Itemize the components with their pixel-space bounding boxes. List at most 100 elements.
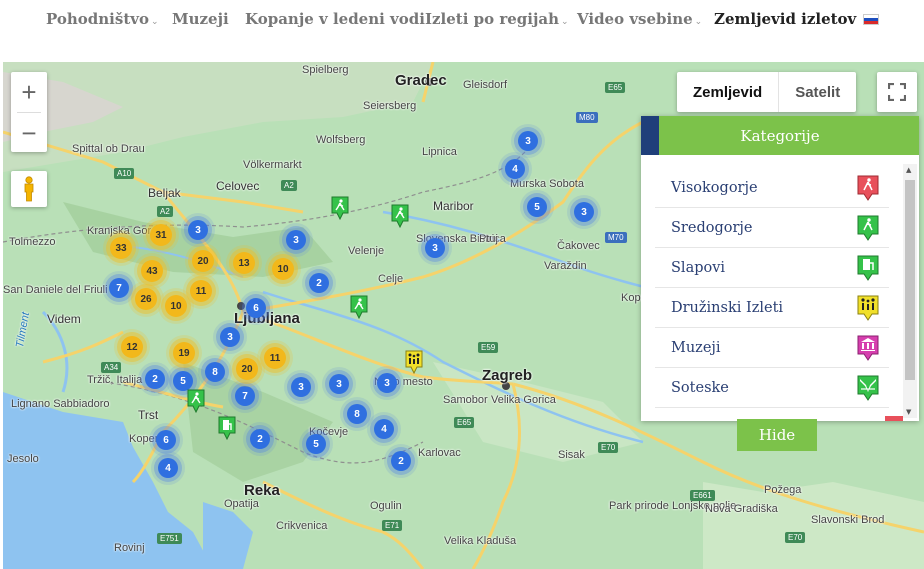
nav-item-kopanje[interactable]: Kopanje v ledeni vodi [245, 10, 425, 28]
marker-cluster[interactable]: 43 [141, 260, 163, 282]
marker-cluster[interactable]: 20 [192, 250, 214, 272]
map-label: Spittal ob Drau [72, 143, 145, 155]
map-label: Ptuj [479, 233, 498, 245]
map-label: Beljak [148, 186, 181, 200]
family-pin-icon[interactable] [404, 349, 424, 375]
hide-categories-button[interactable]: Hide [737, 419, 817, 451]
hiker-pin-icon[interactable] [186, 388, 206, 414]
road-shield: E70 [785, 532, 806, 543]
hiker-pin-icon[interactable] [349, 294, 369, 320]
nav-item-video-vsebine[interactable]: Video vsebine ⌄ [577, 10, 702, 28]
marker-cluster[interactable]: 2 [391, 451, 411, 471]
marker-cluster[interactable]: 20 [236, 358, 258, 380]
map-type-control: Zemljevid Satelit [677, 72, 857, 112]
zoom-out-button[interactable]: − [11, 113, 47, 153]
marker-cluster[interactable]: 3 [188, 220, 208, 240]
nav-item-zemljevid-izletov[interactable]: Zemljevid izletov [714, 10, 856, 28]
road-shield: E661 [690, 490, 715, 501]
nav-item-izleti-po-regijah[interactable]: Izleti po regijah ⌄ [425, 10, 569, 28]
map-label: Reka [244, 482, 280, 499]
category-item-soteske[interactable]: Soteske [655, 368, 889, 408]
marker-cluster[interactable]: 7 [235, 386, 255, 406]
panel-title: Kategorije [740, 126, 820, 145]
scroll-thumb[interactable] [905, 180, 915, 380]
scroll-up-icon[interactable]: ▲ [906, 166, 911, 174]
map-label: Varaždin [544, 260, 587, 272]
marker-cluster[interactable]: 11 [190, 280, 212, 302]
slovenia-flag-icon[interactable] [863, 14, 879, 25]
marker-cluster[interactable]: 12 [121, 336, 143, 358]
marker-cluster[interactable]: 4 [158, 458, 178, 478]
map-label: Celovec [216, 179, 260, 193]
marker-cluster[interactable]: 26 [135, 288, 157, 310]
category-item-slapovi[interactable]: Slapovi [655, 248, 889, 288]
marker-cluster[interactable]: 19 [173, 342, 195, 364]
category-item-visokogorje[interactable]: Visokogorje [655, 168, 889, 208]
marker-cluster[interactable]: 3 [574, 202, 594, 222]
map-label: Lignano Sabbiadoro [11, 398, 110, 410]
gorge-icon [857, 375, 879, 401]
marker-cluster[interactable]: 10 [272, 258, 294, 280]
marker-cluster[interactable]: 31 [150, 224, 172, 246]
marker-cluster[interactable]: 3 [425, 238, 445, 258]
hiker-pin-icon[interactable] [390, 203, 410, 229]
hiker-pin-icon[interactable] [330, 195, 350, 221]
category-item-muzeji[interactable]: Muzeji [655, 328, 889, 368]
fullscreen-button[interactable] [877, 72, 917, 112]
road-shield: E71 [382, 520, 403, 531]
category-item-sredogorje[interactable]: Sredogorje [655, 208, 889, 248]
map-label: Karlovac [418, 447, 461, 459]
map-label: Nova Gradiška [705, 503, 778, 515]
marker-cluster[interactable]: 5 [306, 434, 326, 454]
zoom-in-button[interactable]: + [11, 72, 47, 112]
marker-cluster[interactable]: 13 [233, 252, 255, 274]
category-label: Slapovi [671, 259, 726, 276]
marker-cluster[interactable]: 3 [286, 230, 306, 250]
marker-cluster[interactable]: 33 [110, 237, 132, 259]
panel-tab [641, 116, 659, 155]
road-shield: A10 [114, 168, 135, 179]
marker-cluster[interactable]: 2 [145, 369, 165, 389]
marker-cluster[interactable]: 4 [505, 159, 525, 179]
fullscreen-icon [888, 83, 906, 101]
marker-cluster[interactable]: 2 [250, 429, 270, 449]
nav-item-muzeji[interactable]: Muzeji [172, 10, 229, 28]
map-label: Kranjska Gora [87, 225, 158, 237]
map-label: Jesolo [7, 453, 39, 465]
nav-item-pohodnistvo[interactable]: Pohodništvo ⌄ [46, 10, 159, 28]
marker-cluster[interactable]: 4 [374, 419, 394, 439]
waterfall-pin-icon[interactable] [217, 415, 237, 441]
map-label: Videm [47, 312, 81, 326]
marker-cluster[interactable]: 3 [518, 131, 538, 151]
mountain-hiker-icon [857, 175, 879, 201]
marker-cluster[interactable]: 3 [329, 374, 349, 394]
map-label: Opatija [224, 498, 259, 510]
marker-cluster[interactable]: 3 [220, 327, 240, 347]
category-panel: Kategorije Visokogorje Sredogorje Slapov… [641, 116, 919, 421]
marker-cluster[interactable]: 3 [291, 377, 311, 397]
map-label: Ogulin [370, 500, 402, 512]
street-view-pegman-icon[interactable] [11, 171, 47, 207]
road-shield: M70 [605, 232, 627, 243]
category-item-druzinski-izleti[interactable]: Družinski Izleti [655, 288, 889, 328]
scroll-down-icon[interactable]: ▼ [906, 408, 911, 416]
marker-cluster[interactable]: 10 [165, 295, 187, 317]
panel-scrollbar[interactable]: ▲ ▼ [903, 164, 917, 418]
map-label: Seiersberg [363, 100, 417, 112]
marker-cluster[interactable]: 8 [205, 362, 225, 382]
map-type-zemljevid-button[interactable]: Zemljevid [677, 72, 778, 112]
marker-cluster[interactable]: 6 [156, 430, 176, 450]
marker-cluster[interactable]: 3 [377, 373, 397, 393]
map-label: Sisak [558, 449, 585, 461]
marker-cluster[interactable]: 7 [109, 278, 129, 298]
category-panel-header[interactable]: Kategorije [641, 116, 919, 155]
map-type-satelit-button[interactable]: Satelit [779, 72, 856, 112]
marker-cluster[interactable]: 5 [527, 197, 547, 217]
map-label: Ljubljana [234, 310, 300, 327]
chevron-down-icon: ⌄ [561, 17, 569, 27]
map-label: Gleisdorf [463, 79, 508, 91]
marker-cluster[interactable]: 8 [347, 404, 367, 424]
marker-cluster[interactable]: 11 [264, 347, 286, 369]
marker-cluster[interactable]: 6 [246, 298, 266, 318]
marker-cluster[interactable]: 2 [309, 273, 329, 293]
